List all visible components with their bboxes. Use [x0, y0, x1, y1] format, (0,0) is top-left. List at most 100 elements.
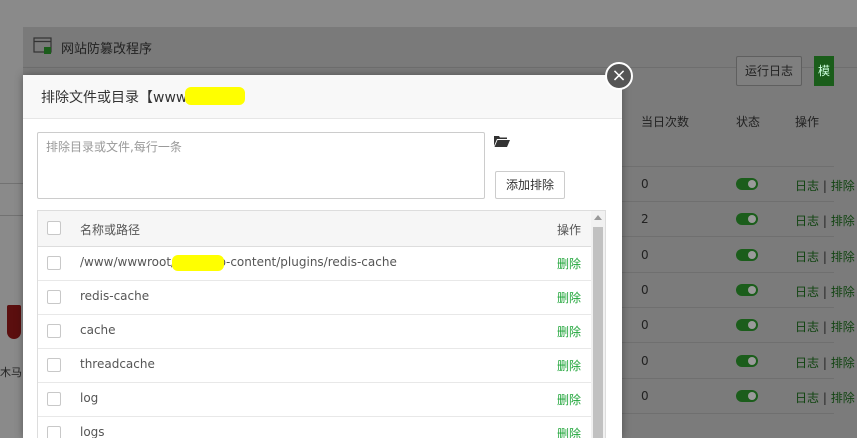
- row-actions: 日志 | 排除: [795, 354, 855, 371]
- status-toggle[interactable]: [736, 355, 758, 367]
- exclude-link[interactable]: 排除: [831, 356, 855, 370]
- row-checkbox[interactable]: [47, 290, 61, 304]
- row-divider: [600, 201, 834, 202]
- today-count: 0: [641, 354, 649, 368]
- divider: [0, 183, 23, 184]
- row-divider: [600, 378, 834, 379]
- row-path: logs: [80, 425, 105, 438]
- today-count: 0: [641, 389, 649, 403]
- header-action: 操作: [557, 223, 582, 237]
- exclude-link[interactable]: 排除: [831, 179, 855, 193]
- log-link[interactable]: 日志: [795, 250, 819, 264]
- today-count: 0: [641, 177, 649, 191]
- run-log-button[interactable]: 运行日志: [736, 56, 802, 86]
- row-checkbox[interactable]: [47, 256, 61, 270]
- row-path: /www/wwwroot/ com/wp-content/plugins/red…: [80, 255, 397, 269]
- table-scrollbar[interactable]: [591, 211, 605, 438]
- table-row: redis-cache 删除: [38, 280, 591, 315]
- log-link[interactable]: 日志: [795, 356, 819, 370]
- select-all-checkbox[interactable]: [47, 221, 61, 235]
- row-path: cache: [80, 323, 116, 337]
- row-checkbox[interactable]: [47, 392, 61, 406]
- status-toggle[interactable]: [736, 284, 758, 296]
- row-divider: [600, 307, 834, 308]
- delete-link[interactable]: 删除: [557, 357, 581, 374]
- status-toggle[interactable]: [736, 213, 758, 225]
- table-row: log 删除: [38, 382, 591, 417]
- row-actions: 日志 | 排除: [795, 318, 855, 335]
- dialog-header: 排除文件或目录【www. ll.com】: [23, 75, 622, 119]
- delete-link[interactable]: 删除: [557, 289, 581, 306]
- delete-link[interactable]: 删除: [557, 425, 581, 438]
- table-header: 名称或路径 操作: [38, 211, 591, 247]
- column-today-count: 当日次数: [641, 115, 690, 129]
- today-count: 0: [641, 283, 649, 297]
- row-actions: 日志 | 排除: [795, 248, 855, 265]
- separator: |: [822, 179, 827, 193]
- delete-link[interactable]: 删除: [557, 391, 581, 408]
- delete-link[interactable]: 删除: [557, 255, 581, 272]
- separator: |: [822, 285, 827, 299]
- row-divider: [600, 236, 834, 237]
- status-toggle[interactable]: [736, 249, 758, 261]
- row-divider: [600, 272, 834, 273]
- table-row: cache 删除: [38, 314, 591, 349]
- delete-link[interactable]: 删除: [557, 323, 581, 340]
- today-count: 0: [641, 248, 649, 262]
- window-header: 网站防篡改程序: [23, 27, 857, 68]
- table-row: threadcache 删除: [38, 348, 591, 383]
- status-toggle[interactable]: [736, 390, 758, 402]
- redaction-mark: [172, 255, 224, 271]
- close-dialog-button[interactable]: ×: [605, 62, 633, 90]
- redaction-mark: [185, 87, 245, 105]
- window-title: 网站防篡改程序: [61, 42, 153, 57]
- divider: [0, 215, 23, 216]
- column-status: 状态: [736, 115, 761, 129]
- status-toggle[interactable]: [736, 319, 758, 331]
- row-actions: 日志 | 排除: [795, 212, 855, 229]
- log-link[interactable]: 日志: [795, 179, 819, 193]
- row-actions: 日志 | 排除: [795, 389, 855, 406]
- log-link[interactable]: 日志: [795, 285, 819, 299]
- row-checkbox[interactable]: [47, 324, 61, 338]
- separator: |: [822, 214, 827, 228]
- folder-open-icon[interactable]: [494, 135, 510, 147]
- separator: |: [822, 356, 827, 370]
- status-toggle[interactable]: [736, 178, 758, 190]
- separator: |: [822, 391, 827, 405]
- side-label: 木马: [0, 366, 22, 379]
- row-divider: [600, 413, 834, 414]
- row-actions: 日志 | 排除: [795, 177, 855, 194]
- row-path: redis-cache: [80, 289, 150, 303]
- separator: |: [822, 320, 827, 334]
- separator: |: [822, 250, 827, 264]
- row-divider: [600, 342, 834, 343]
- exclude-path-input[interactable]: [37, 132, 485, 199]
- row-checkbox[interactable]: [47, 358, 61, 372]
- log-link[interactable]: 日志: [795, 320, 819, 334]
- add-exclude-button[interactable]: 添加排除: [495, 171, 565, 199]
- exclude-link[interactable]: 排除: [831, 320, 855, 334]
- window-lock-icon: [33, 37, 52, 54]
- table-row: /www/wwwroot/ com/wp-content/plugins/red…: [38, 246, 591, 281]
- row-path: threadcache: [80, 357, 155, 371]
- today-count: 0: [641, 318, 649, 332]
- exclude-link[interactable]: 排除: [831, 214, 855, 228]
- exclude-link[interactable]: 排除: [831, 391, 855, 405]
- mode-button[interactable]: 模: [814, 56, 834, 86]
- log-link[interactable]: 日志: [795, 391, 819, 405]
- table-row: logs 删除: [38, 416, 591, 438]
- column-action: 操作: [795, 115, 820, 129]
- scroll-up-arrow-icon[interactable]: [594, 215, 602, 220]
- row-checkbox[interactable]: [47, 426, 61, 438]
- header-name: 名称或路径: [80, 223, 141, 237]
- exclude-link[interactable]: 排除: [831, 250, 855, 264]
- row-path: log: [80, 391, 99, 405]
- exclude-table: 名称或路径 操作 /www/wwwroot/ com/wp-content/pl…: [37, 210, 606, 438]
- exclude-link[interactable]: 排除: [831, 285, 855, 299]
- exclude-dialog: 排除文件或目录【www. ll.com】 添加排除 名称或路径 操作 /www/…: [23, 75, 622, 438]
- scroll-thumb[interactable]: [593, 227, 603, 438]
- today-count: 2: [641, 212, 649, 226]
- log-link[interactable]: 日志: [795, 214, 819, 228]
- row-divider: [600, 166, 834, 167]
